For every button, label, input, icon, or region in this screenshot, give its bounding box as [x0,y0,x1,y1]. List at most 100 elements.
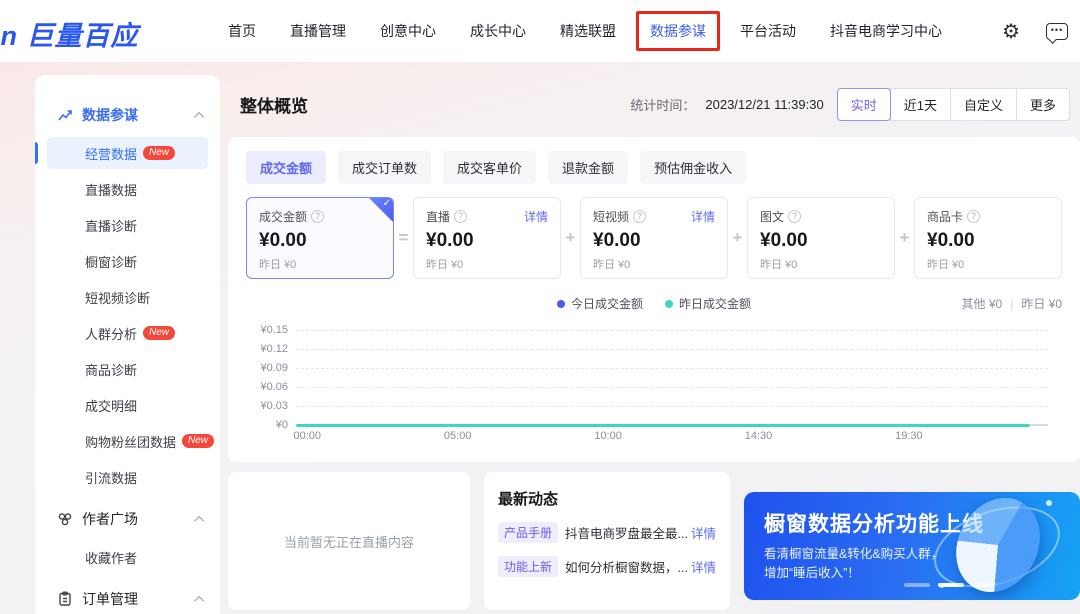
new-badge: New [143,146,175,160]
nav-item-featured-alliance[interactable]: 精选联盟 [560,21,616,41]
sidebar-item-label: 收藏作者 [85,548,137,567]
metric-card-total-gmv[interactable]: ✓ 成交金额 ? ¥0.00 昨日 ¥0 [246,197,394,279]
sparkle-dot-icon [940,584,944,588]
sidebar-item-favorite-authors[interactable]: 收藏作者 [35,539,220,575]
sidebar-item-fans-club-data[interactable]: 购物粉丝团数据 New [35,423,220,459]
sidebar-item-label: 引流数据 [85,468,137,487]
y-axis-label: ¥0.15 [246,324,288,336]
sidebar-item-label: 购物粉丝团数据 [85,432,176,451]
nav-item-creative-center[interactable]: 创意中心 [380,21,436,41]
time-filter-1day[interactable]: 近1天 [890,88,951,121]
help-question-icon[interactable]: ? [967,210,980,223]
news-item[interactable]: 功能上新 如何分析橱窗数据，... 详情 [498,556,716,577]
nav-item-home[interactable]: 首页 [228,21,256,41]
nav-item-platform-activity[interactable]: 平台活动 [740,21,796,41]
y-axis-label: ¥0.09 [246,362,288,374]
plus-operator: + [561,228,580,248]
tab-order-count[interactable]: 成交订单数 [338,151,431,184]
top-nav: in 巨量百应 首页 直播管理 创意中心 成长中心 精选联盟 数据参谋 平台活动… [0,0,1080,62]
time-filter-group: 实时 近1天 自定义 更多 [838,88,1070,121]
sidebar-item-live-data[interactable]: 直播数据 [35,171,220,207]
metric-value: ¥0.00 [927,230,1049,252]
latest-news-card: 最新动态 产品手册 抖音电商罗盘最全最... 详情 功能上新 如何分析橱窗数据，… [484,472,730,610]
news-tag-new-feature[interactable]: 功能上新 [498,556,558,577]
content-area: 数据参谋 经营数据 New 直播数据 直播诊断 橱窗诊断 短视频诊断 [0,62,1080,614]
metric-card-title: 商品卡 [927,208,963,225]
metric-yesterday: 昨日 ¥0 [760,256,882,272]
sidebar-item-label: 经营数据 [85,144,137,163]
sidebar-item-audience-analysis[interactable]: 人群分析 New [35,315,220,351]
help-question-icon[interactable]: ? [788,210,801,223]
sidebar-item-traffic-data[interactable]: 引流数据 [35,459,220,495]
help-question-icon[interactable]: ? [311,210,324,223]
sidebar-section-data-advisor[interactable]: 数据参谋 [35,95,220,135]
metric-card-live[interactable]: 直播 ? 详情 ¥0.00 昨日 ¥0 [413,197,561,279]
legend-label: 今日成交金额 [571,295,643,312]
time-filter-realtime[interactable]: 实时 [837,88,891,121]
metric-value: ¥0.00 [259,230,381,252]
sidebar-item-showcase-diagnosis[interactable]: 橱窗诊断 [35,243,220,279]
sidebar-item-product-diagnosis[interactable]: 商品诊断 [35,351,220,387]
metric-card-title: 成交金额 [259,208,307,225]
settings-gear-icon[interactable]: ⚙ [1002,21,1020,41]
tab-gmv[interactable]: 成交金额 [246,151,326,184]
legend-yesterday-gmv[interactable]: 昨日成交金额 [665,295,751,312]
tab-commission-income[interactable]: 预估佣金收入 [640,151,746,184]
promo-banner[interactable]: 橱窗数据分析功能上线 看清橱窗流量&转化&购买人群， 增加“睡后收入”！ [744,492,1080,600]
news-item[interactable]: 产品手册 抖音电商罗盘最全最... 详情 [498,522,716,543]
tab-refund-amount[interactable]: 退款金额 [548,151,628,184]
main-panel: 整体概览 统计时间： 2023/12/21 11:39:30 实时 近1天 自定… [228,62,1080,614]
metric-value: ¥0.00 [593,230,715,252]
detail-link[interactable]: 详情 [691,208,715,225]
sidebar-item-label: 成交明细 [85,396,137,415]
metric-card-title: 直播 [426,208,450,225]
metric-card-product-card[interactable]: 商品卡 ? ¥0.00 昨日 ¥0 [914,197,1062,279]
legend-dot-yesterday-icon [665,300,673,308]
metric-card-video[interactable]: 短视频 ? 详情 ¥0.00 昨日 ¥0 [580,197,728,279]
x-axis-label: 14:30 [745,430,773,442]
sidebar-item-business-data[interactable]: 经营数据 New [35,135,220,171]
metric-value: ¥0.00 [760,230,882,252]
metric-yesterday: 昨日 ¥0 [259,256,381,272]
nav-item-live-management[interactable]: 直播管理 [290,21,346,41]
new-badge: New [182,434,214,448]
time-filter-more[interactable]: 更多 [1016,88,1070,121]
detail-link[interactable]: 详情 [524,208,548,225]
metric-yesterday: 昨日 ¥0 [426,256,548,272]
help-question-icon[interactable]: ? [454,210,467,223]
nav-item-learning-center[interactable]: 抖音电商学习中心 [830,21,942,41]
sidebar-item-video-diagnosis[interactable]: 短视频诊断 [35,279,220,315]
help-question-icon[interactable]: ? [633,210,646,223]
gmv-trend-chart: ¥0.15 ¥0.12 ¥0.09 ¥0.06 ¥0.03 ¥0 00:00 0… [246,326,1062,446]
new-badge: New [143,326,175,340]
carousel-indicator[interactable] [904,583,930,587]
series-line-tail [1030,424,1048,426]
news-tag-product-manual[interactable]: 产品手册 [498,522,558,543]
x-axis-label: 10:00 [594,430,622,442]
overview-card: 成交金额 成交订单数 成交客单价 退款金额 预估佣金收入 ✓ 成交金额 ? ¥0… [228,137,1080,462]
sidebar-section-author-square[interactable]: 作者广场 [35,499,220,539]
news-detail-link[interactable]: 详情 [691,557,716,576]
nav-item-data-advisor[interactable]: 数据参谋 [650,21,706,41]
sidebar-item-transaction-detail[interactable]: 成交明细 [35,387,220,423]
banner-subtitle-line1: 看清橱窗流量&转化&购买人群， [764,547,943,561]
overview-header: 整体概览 统计时间： 2023/12/21 11:39:30 实时 近1天 自定… [228,62,1080,137]
tab-avg-order-value[interactable]: 成交客单价 [443,151,536,184]
clipboard-icon [57,591,73,607]
sidebar-item-live-diagnosis[interactable]: 直播诊断 [35,207,220,243]
author-square-icon [57,511,73,527]
nav-icon-group: ⚙ ••• [1002,0,1068,62]
sidebar-section-order-management[interactable]: 订单管理 [35,579,220,614]
legend-today-gmv[interactable]: 今日成交金额 [557,295,643,312]
sidebar-section-label: 订单管理 [82,589,138,609]
time-filter-custom[interactable]: 自定义 [950,88,1017,121]
news-detail-link[interactable]: 详情 [691,523,716,542]
other-amount-note: 其他 ¥0 | 昨日 ¥0 [962,295,1063,312]
news-text: 抖音电商罗盘最全最... [565,523,688,542]
chevron-up-icon [194,515,204,525]
messages-icon[interactable]: ••• [1046,23,1068,40]
metric-card-image-text[interactable]: 图文 ? ¥0.00 昨日 ¥0 [747,197,895,279]
trend-chart-icon [57,107,73,123]
nav-item-growth-center[interactable]: 成长中心 [470,21,526,41]
app-logo[interactable]: in 巨量百应 [0,14,139,53]
